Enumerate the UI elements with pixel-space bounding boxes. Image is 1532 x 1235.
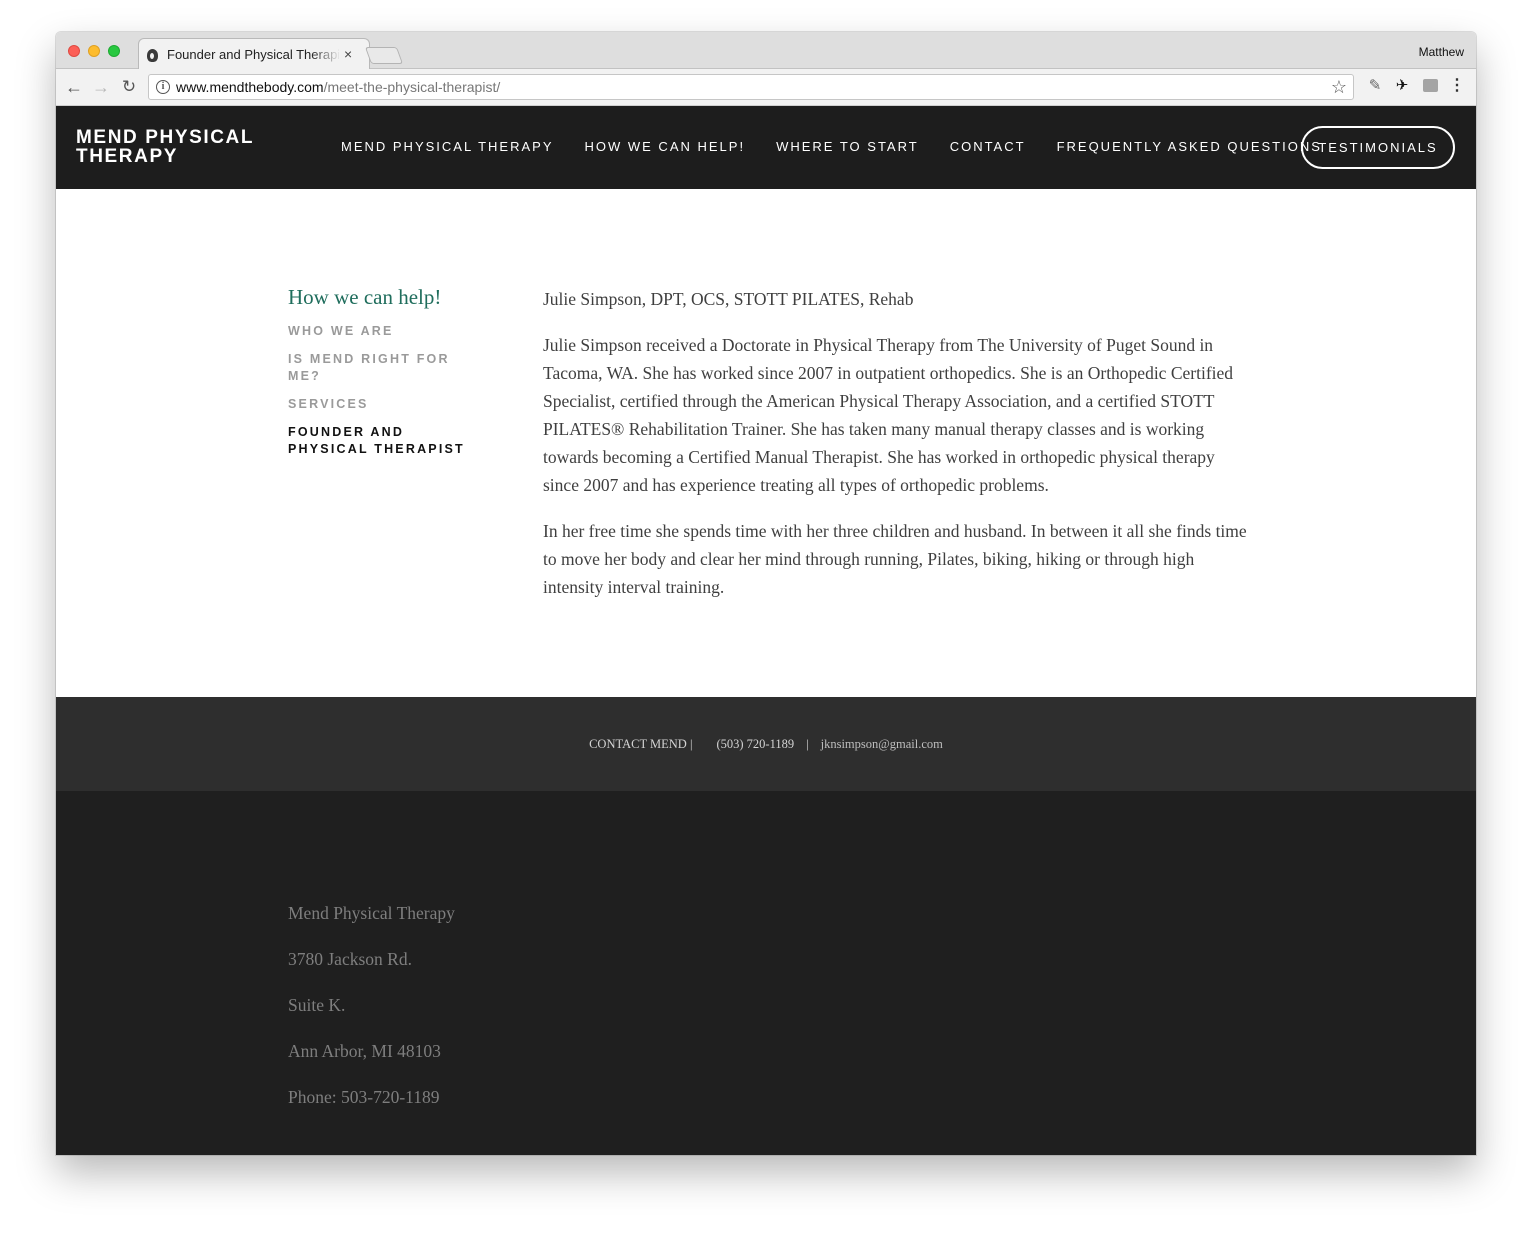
nav-item-how-we-can-help[interactable]: HOW WE CAN HELP! — [585, 139, 746, 154]
footer-suite: Suite K. — [288, 995, 346, 1015]
nav-item-mend-physical-therapy[interactable]: MEND PHYSICAL THERAPY — [341, 139, 554, 154]
window-maximize-button[interactable] — [108, 45, 120, 57]
browser-tab[interactable]: Founder and Physical Therapist × — [138, 38, 370, 70]
therapist-credentials: Julie Simpson, DPT, OCS, STOTT PILATES, … — [543, 289, 914, 309]
therapist-personal: In her free time she spends time with he… — [543, 521, 1247, 597]
back-icon[interactable]: ← — [64, 76, 84, 98]
contact-phone[interactable]: (503) 720-1189 — [716, 737, 794, 751]
nav-item-where-to-start[interactable]: WHERE TO START — [776, 139, 919, 154]
subnav-item-founder[interactable]: FOUNDER AND PHYSICAL THERAPIST — [288, 424, 478, 458]
tab-close-icon[interactable]: × — [344, 46, 352, 62]
new-tab-button[interactable] — [364, 47, 404, 64]
article-body: Julie Simpson, DPT, OCS, STOTT PILATES, … — [543, 285, 1253, 619]
forward-icon[interactable]: → — [91, 76, 111, 98]
footer-city: Ann Arbor, MI 48103 — [288, 1041, 441, 1061]
url-text: www.mendthebody.com/meet-the-physical-th… — [176, 79, 500, 95]
browser-window: Founder and Physical Therapist × Matthew… — [56, 32, 1476, 1155]
testimonials-button[interactable]: TESTIMONIALS — [1301, 126, 1455, 169]
nav-item-contact[interactable]: CONTACT — [950, 139, 1026, 154]
url-path: /meet-the-physical-therapist/ — [323, 79, 501, 95]
contact-bar: CONTACT MEND | (503) 720-1189 | jknsimpson@… — [56, 697, 1476, 791]
address-bar[interactable]: i www.mendthebody.com/meet-the-physical-… — [148, 74, 1354, 100]
window-minimize-button[interactable] — [88, 45, 100, 57]
footer-business-name: Mend Physical Therapy — [288, 903, 455, 923]
subnav-item-who-we-are[interactable]: WHO WE ARE — [288, 323, 478, 340]
reload-icon[interactable]: ↻ — [119, 76, 139, 98]
browser-toolbar: ← → ↻ i www.mendthebody.com/meet-the-phy… — [56, 69, 1476, 106]
window-close-button[interactable] — [68, 45, 80, 57]
site-footer: Mend Physical Therapy 3780 Jackson Rd. S… — [56, 791, 1476, 1155]
site-header: MEND PHYSICAL THERAPY MEND PHYSICAL THER… — [56, 106, 1476, 189]
url-host: www.mendthebody.com — [176, 79, 324, 95]
site-favicon-icon — [147, 49, 158, 62]
footer-street: 3780 Jackson Rd. — [288, 949, 412, 969]
nav-item-faq[interactable]: FREQUENTLY ASKED QUESTIONS — [1057, 139, 1322, 154]
subnav-item-services[interactable]: SERVICES — [288, 396, 478, 413]
extension-icon[interactable] — [1421, 77, 1439, 95]
contact-email[interactable]: jknsimpson@gmail.com — [821, 737, 943, 751]
footer-phone: Phone: 503-720-1189 — [288, 1087, 440, 1107]
extension-icon[interactable]: ✎ — [1366, 77, 1384, 95]
main-nav: MEND PHYSICAL THERAPY HOW WE CAN HELP! W… — [341, 139, 1322, 154]
contact-line: CONTACT MEND | (503) 720-1189 | jknsimpson@… — [56, 737, 1476, 752]
browser-titlebar: Founder and Physical Therapist × Matthew — [56, 32, 1476, 70]
subnav-item-is-mend-right[interactable]: IS MEND RIGHT FOR ME? — [288, 351, 478, 385]
site-logo[interactable]: MEND PHYSICAL THERAPY — [76, 128, 296, 166]
main-content: How we can help! WHO WE ARE IS MEND RIGH… — [56, 189, 1476, 697]
info-icon[interactable]: i — [156, 80, 170, 94]
star-icon[interactable]: ☆ — [1331, 77, 1347, 98]
section-heading[interactable]: How we can help! — [288, 285, 441, 310]
contact-separator: | — [806, 737, 809, 751]
extension-icon[interactable]: ✈ — [1393, 77, 1411, 95]
therapist-bio: Julie Simpson received a Doctorate in Ph… — [543, 335, 1234, 495]
profile-name[interactable]: Matthew — [1419, 45, 1464, 59]
section-subnav: WHO WE ARE IS MEND RIGHT FOR ME? SERVICE… — [288, 323, 478, 469]
contact-label: CONTACT MEND | — [589, 737, 693, 751]
menu-icon[interactable]: ⋮ — [1448, 77, 1466, 95]
